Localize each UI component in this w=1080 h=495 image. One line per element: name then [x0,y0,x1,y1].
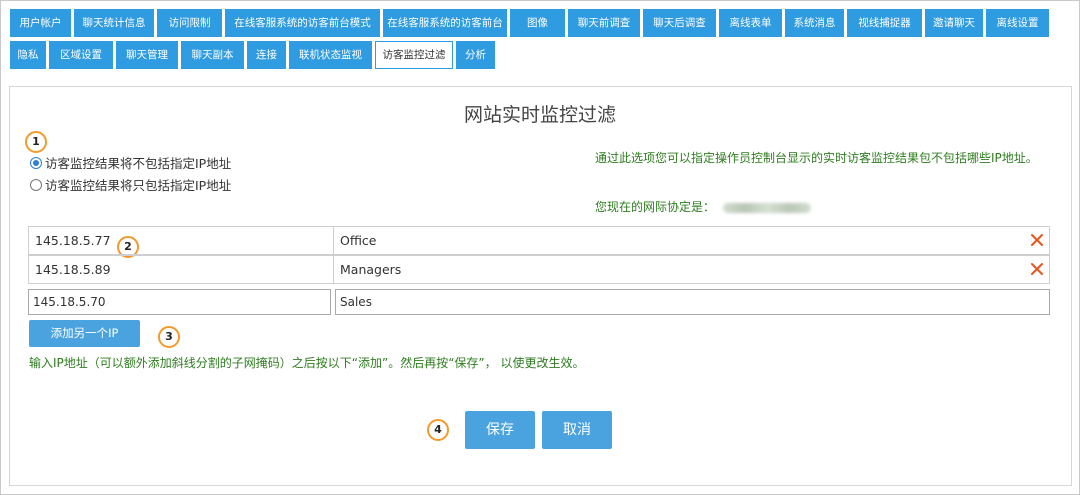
new-name-input[interactable] [335,289,1050,315]
tab-locale-settings[interactable]: 区域设置 [49,41,113,69]
tab-user-accounts[interactable]: 用户帐户 [10,9,71,37]
radio-exclude-label: 访客监控结果将不包括指定IP地址 [45,156,232,171]
tab-images[interactable]: 图像 [510,9,565,37]
callout-badge-1: 1 [25,131,47,153]
ip-cell: 145.18.5.77 [29,227,334,254]
add-ip-button[interactable]: 添加另一个IP [29,320,140,347]
radio-include-only-ips[interactable]: 访客监控结果将只包括指定IP地址 [30,175,231,194]
tab-online-status-monitor[interactable]: 联机状态监视 [289,41,372,69]
current-ip-value-redacted [723,202,812,213]
new-ip-input[interactable] [28,289,331,315]
tab-invite-chat[interactable]: 邀请聊天 [925,9,983,37]
tab-access-restrictions[interactable]: 访问限制 [157,9,222,37]
radio-button-selected[interactable] [30,156,42,169]
name-cell: Office [340,233,377,248]
radio-include-label: 访客监控结果将只包括指定IP地址 [45,178,232,193]
table-row: 145.18.5.77 Office [28,226,1050,255]
current-ip-label: 您现在的网际协定是： [595,200,716,214]
tab-chat-management[interactable]: 聊天管理 [116,41,178,69]
tab-offline-settings[interactable]: 离线设置 [986,9,1049,37]
callout-badge-4: 4 [427,419,449,441]
ip-cell: 145.18.5.89 [29,256,334,283]
save-button[interactable]: 保存 [465,411,535,449]
tab-analytics[interactable]: 分析 [456,41,495,69]
tab-visitor-monitor-filter[interactable]: 访客监控过滤 [375,41,453,69]
tab-connection[interactable]: 连接 [247,41,286,69]
content-panel [9,86,1072,486]
tab-pre-chat-survey[interactable]: 聊天前调查 [568,9,640,37]
filter-description: 通过此选项您可以指定操作员控制台显示的实时访客监控结果包不包括哪些IP地址。 [595,151,1038,165]
tab-post-chat-survey[interactable]: 聊天后调查 [643,9,716,37]
tab-visitor-frontend[interactable]: 在线客服系统的访客前台 [383,9,507,37]
tab-eye-catcher[interactable]: 视线捕捉器 [847,9,922,37]
tab-offline-form[interactable]: 离线表单 [719,9,782,37]
table-row: 145.18.5.89 Managers [28,255,1050,284]
callout-badge-3: 3 [158,326,180,348]
page-title: 网站实时监控过滤 [463,104,616,126]
tab-privacy[interactable]: 隐私 [10,41,46,69]
tab-system-messages[interactable]: 系统消息 [785,9,844,37]
tab-visitor-frontend-mode[interactable]: 在线客服系统的访客前台模式 [225,9,380,37]
current-ip-line: 您现在的网际协定是： [595,198,812,215]
cancel-button[interactable]: 取消 [542,411,612,449]
radio-exclude-ips[interactable]: 访客监控结果将不包括指定IP地址 [30,153,231,172]
delete-icon[interactable] [1030,233,1044,247]
delete-icon[interactable] [1030,262,1044,276]
tab-chat-statistics[interactable]: 聊天统计信息 [74,9,154,37]
tab-chat-transcripts[interactable]: 聊天副本 [181,41,244,69]
radio-button[interactable] [30,178,42,191]
hint-text: 输入IP地址（可以额外添加斜线分割的子网掩码）之后按以下“添加”。然后再按“保存… [29,356,585,370]
name-cell: Managers [340,262,402,277]
